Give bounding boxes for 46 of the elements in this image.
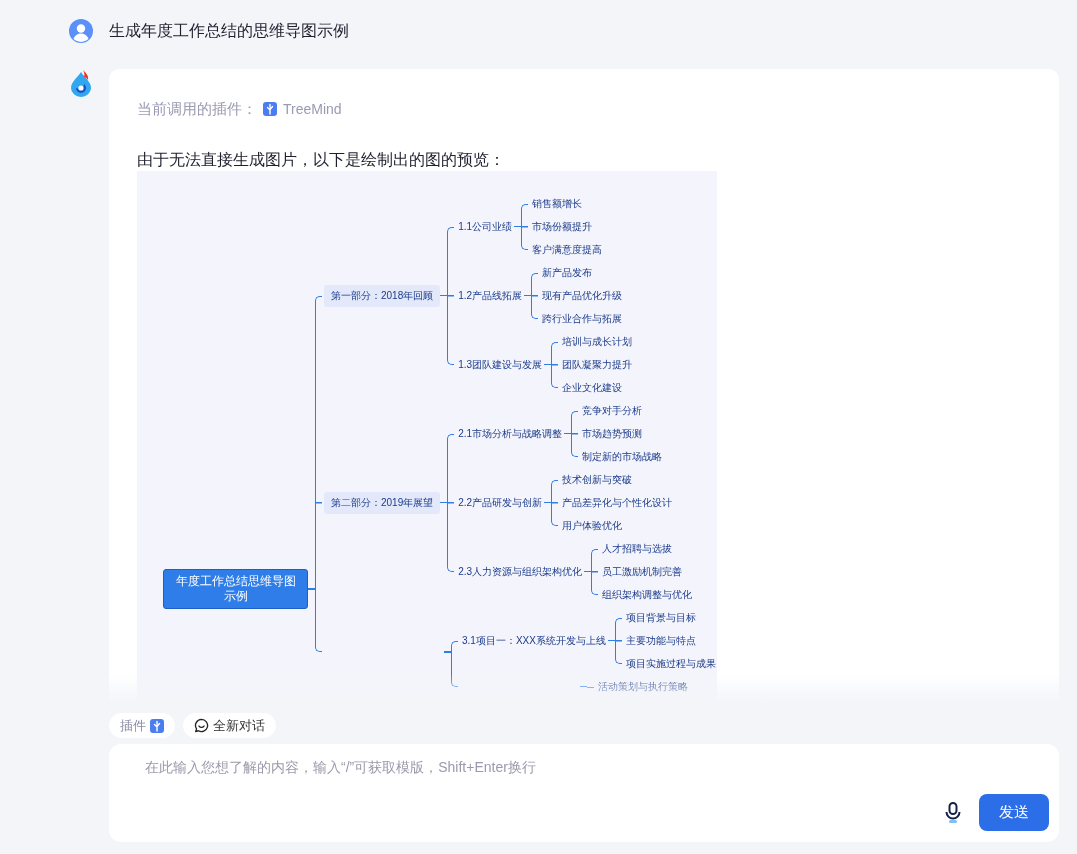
section-node: 第一部分：2018年回顾 <box>324 284 441 307</box>
leaf-label: 用户体验优化 <box>561 519 624 533</box>
leaf-label: 团队凝聚力提升 <box>561 358 634 372</box>
plugin-chip[interactable]: 插件 <box>109 713 175 738</box>
plugin-name: TreeMind <box>283 101 342 117</box>
leaf-label: 培训与成长计划 <box>561 335 634 349</box>
plugin-icon <box>263 102 277 116</box>
user-message: 生成年度工作总结的思维导图示例 <box>109 21 349 41</box>
leaf-label: 组织架构调整与优化 <box>601 588 694 602</box>
topic-label: 1.3团队建设与发展 <box>457 357 544 372</box>
answer-text: 由于无法直接生成图片，以下是绘制出的图的预览： <box>137 150 506 170</box>
leaf-label: 现有产品优化升级 <box>541 289 624 303</box>
leaf-label: 竞争对手分析 <box>581 404 644 418</box>
topic-label: 2.2产品研发与创新 <box>457 495 544 510</box>
leaf-label: 市场趋势预测 <box>581 427 644 441</box>
input-field[interactable]: 在此输入您想了解的内容，输入“/”可获取模版，Shift+Enter换行 <box>143 758 703 776</box>
leaf-label: 员工激励机制完善 <box>601 565 684 579</box>
new-chat-button[interactable]: 全新对话 <box>183 713 276 738</box>
topic-label: 1.1公司业绩 <box>457 219 514 234</box>
leaf-label: 主要功能与特点 <box>624 634 697 648</box>
topic-label: 3.1项目一：XXX系统开发与上线 <box>461 633 607 648</box>
leaf-label: 技术创新与突破 <box>561 473 634 487</box>
assistant-logo <box>69 69 93 97</box>
leaf-label: 跨行业合作与拓展 <box>541 312 624 326</box>
root-node: 年度工作总结思维导图示例 <box>163 569 308 609</box>
leaf-label: 制定新的市场战略 <box>581 450 664 464</box>
leaf-label: 销售额增长 <box>531 197 584 211</box>
leaf-label: 市场份额提升 <box>531 220 594 234</box>
topic-label: 2.3人力资源与组织架构优化 <box>457 564 584 579</box>
topic-label: 1.2产品线拓展 <box>457 288 524 303</box>
leaf-label: 客户满意度提高 <box>531 243 604 257</box>
leaf-label: 活动策划与执行策略 <box>597 680 689 694</box>
plugin-label: 当前调用的插件： <box>137 99 257 119</box>
leaf-label: 新产品发布 <box>541 266 594 280</box>
topic-label: 2.1市场分析与战略调整 <box>457 426 564 441</box>
microphone-icon[interactable] <box>945 801 961 824</box>
leaf-label: 项目背景与目标 <box>624 611 697 625</box>
leaf-label: 产品差异化与个性化设计 <box>561 496 674 510</box>
plugin-icon <box>150 718 164 733</box>
leaf-label: 企业文化建设 <box>561 381 624 395</box>
user-avatar <box>69 19 93 43</box>
leaf-label: 项目实施过程与成果 <box>624 657 717 671</box>
section-node: 第二部分：2019年展望 <box>324 491 441 514</box>
send-button[interactable]: 发送 <box>979 794 1049 831</box>
chat-bubble-icon <box>194 718 209 733</box>
leaf-label: 人才招聘与选拔 <box>601 542 674 556</box>
